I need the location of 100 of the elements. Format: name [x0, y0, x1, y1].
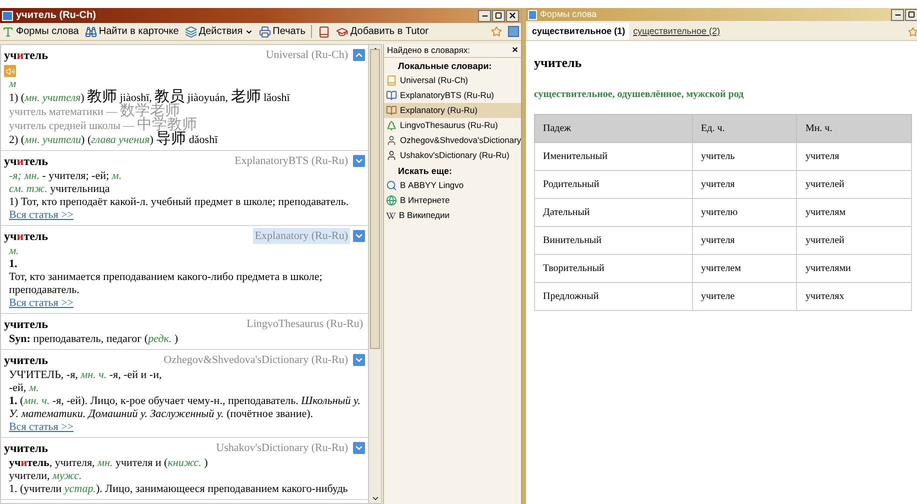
maximize-button[interactable] — [492, 10, 505, 22]
column-header: Ед. ч. — [692, 114, 797, 142]
entry-line: Syn: преподаватель, педагог (редк. ) — [8, 333, 180, 346]
toolbar-button[interactable]: Печать — [258, 24, 306, 39]
dictionary-item[interactable]: LingvoThesaurus (Ru-Ru) — [384, 118, 521, 133]
expand-icon[interactable] — [353, 442, 365, 454]
item-label: В ABBYY Lingvo — [400, 179, 464, 192]
star-icon[interactable] — [908, 27, 917, 37]
expand-icon[interactable] — [353, 230, 365, 242]
dictionary-name: Universal (Ru-Ch) — [264, 48, 349, 63]
dictionary-item[interactable]: ExplanatoryBTS (Ru-Ru) — [384, 88, 521, 103]
tab[interactable]: существительное (2) — [629, 23, 724, 40]
maximize-button[interactable] — [905, 8, 917, 20]
word-heading: учитель — [534, 54, 583, 72]
collapse-icon[interactable] — [353, 49, 365, 61]
grammar-info: существительное, одушевлённое, мужской род — [534, 88, 745, 102]
star-icon[interactable] — [491, 26, 502, 37]
dictionary-item[interactable]: Explanatory (Ru-Ru) — [384, 103, 521, 118]
full-article-link[interactable]: Вся статья >> — [9, 297, 74, 309]
full-article-link[interactable]: Вся статья >> — [9, 421, 74, 433]
table-cell: учителя — [692, 170, 797, 198]
scroll-down-icon[interactable] — [370, 494, 380, 503]
entry-line: 1. (мн. ч. -я, -ей). Лицо, к-рое обучает чему-н., преподаватель. Школьный у. У. математики. Домашний у. Заслуженный у. (почётное звание). — [8, 395, 362, 421]
dictionary-item[interactable]: В Википедии — [384, 208, 521, 223]
table-cell: учителями — [796, 254, 912, 282]
dictionary-item[interactable]: В Интернете — [384, 193, 521, 208]
entry-line: -ей, м. — [8, 382, 40, 395]
table-cell: Родительный — [534, 170, 692, 198]
column-header: Падеж — [534, 114, 692, 142]
toolbar-button[interactable]: Добавить в Tutor — [336, 24, 428, 39]
table-cell: учителе — [692, 282, 797, 310]
entry-line: 1) Тот, кто преподаёт какой-л. учебный предмет в школе; преподаватель. — [8, 196, 350, 209]
toolbar-button[interactable]: Действия — [184, 24, 253, 39]
item-label: В Википедии — [399, 209, 450, 222]
scrollbar[interactable] — [369, 44, 382, 504]
item-label: Explanatory (Ru-Ru) — [400, 104, 478, 117]
headword: учитель — [4, 47, 48, 64]
full-article-link[interactable]: Вся статья >> — [9, 209, 74, 221]
table-cell: Творительный — [534, 254, 692, 282]
printer-icon — [258, 26, 271, 38]
table-cell: учителем — [692, 254, 797, 282]
dictionary-name: LingvoThesaurus (Ru-Ru) — [246, 316, 364, 332]
table-cell: учителя — [692, 226, 797, 254]
maximize-icon — [495, 12, 502, 19]
dictionary-item[interactable]: В ABBYY Lingvo — [384, 178, 521, 193]
sound-icon[interactable] — [4, 65, 16, 77]
headword: учитель — [4, 153, 48, 170]
globe-icon — [386, 195, 397, 206]
tab[interactable]: существительное (1) — [528, 23, 630, 40]
close-button[interactable] — [506, 10, 519, 22]
expand-icon[interactable] — [353, 155, 365, 167]
table-cell: учителю — [692, 198, 797, 226]
entry-line: м — [8, 78, 18, 91]
entry-line: -я; мн. - учителя; -ей; м. — [8, 170, 123, 183]
books-icon[interactable] — [318, 26, 330, 38]
app-icon — [528, 10, 537, 20]
entry-line: УЧ'ИТЕЛЬ, -я, мн. ч. -я, -ей и -и, — [8, 369, 163, 382]
entry-line: 1. (учители устар.). Лицо, занимающееся преподаванием какого-нибудь — [8, 483, 349, 496]
dictionary-item[interactable]: Universal (Ru-Ch) — [384, 73, 521, 88]
expand-icon[interactable] — [353, 354, 365, 366]
table-cell: учителей — [796, 226, 912, 254]
window-title: учитель (Ru-Ch) — [16, 9, 96, 23]
section-heading: Искать еще: — [397, 165, 454, 178]
dictionary-item[interactable]: Ushakov'sDictionary (Ru-Ru) — [384, 148, 521, 163]
binoculars-icon — [84, 26, 97, 38]
table-cell: учителей — [796, 170, 912, 198]
window-title: Формы слова — [540, 8, 597, 21]
panel-icon[interactable] — [508, 26, 519, 37]
entry-line: 1. — [8, 258, 18, 271]
headword: учитель — [4, 352, 48, 369]
search-icon — [386, 180, 397, 191]
dictionary-item[interactable]: Ozhegov&Shvedova'sDictionary — [384, 133, 521, 148]
entry-line: 2) (мн. учители) (глава учения) 导师 dǎoshī — [8, 133, 219, 147]
item-label: Ushakov'sDictionary (Ru-Ru) — [400, 149, 510, 162]
item-label: Universal (Ru-Ch) — [400, 74, 468, 87]
headword: учитель — [4, 228, 48, 245]
app-icon — [2, 10, 13, 20]
minimize-button[interactable] — [891, 8, 904, 20]
table-cell: Дательный — [534, 198, 692, 226]
panel-title: Найдено в словарях: — [387, 44, 470, 57]
toolbar-button[interactable]: Формы слова — [2, 24, 79, 39]
maximize-icon — [908, 11, 915, 18]
item-label: ExplanatoryBTS (Ru-Ru) — [400, 89, 494, 102]
scroll-thumb[interactable] — [370, 49, 380, 349]
table-cell: Именительный — [534, 142, 692, 170]
headword: учитель — [4, 316, 48, 333]
close-button[interactable]: × — [512, 43, 518, 58]
dictionary-name: Ozhegov&Shvedova'sDictionary (Ru-Ru) — [162, 352, 349, 368]
close-icon — [508, 11, 517, 20]
entry-line: учитель, учителя, мн. учителя и (книжс. ) — [8, 457, 209, 470]
table-cell: учителям — [796, 198, 912, 226]
dictionary-name: ExplanatoryBTS (Ru-Ru) — [234, 154, 349, 169]
toolbar-button[interactable]: Найти в карточке — [84, 24, 179, 39]
table-cell: учитель — [692, 142, 797, 170]
layers-icon — [184, 26, 197, 38]
letter-icon — [2, 26, 14, 38]
table-cell: учителях — [796, 282, 912, 310]
item-label: LingvoThesaurus (Ru-Ru) — [400, 119, 498, 132]
minimize-button[interactable] — [478, 10, 491, 22]
table-cell: учителя — [796, 142, 912, 170]
